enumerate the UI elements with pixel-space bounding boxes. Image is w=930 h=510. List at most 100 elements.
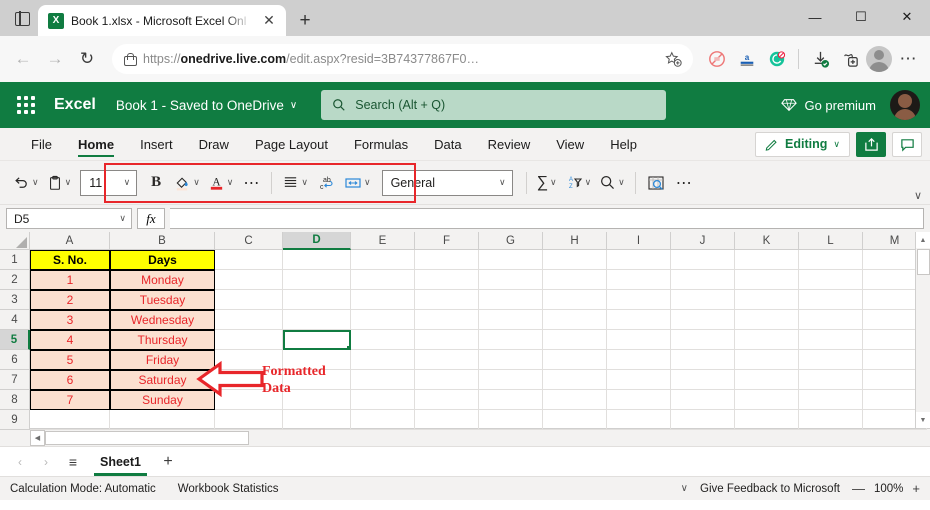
document-title[interactable]: Book 1 - Saved to OneDrive ∨ xyxy=(116,98,297,113)
column-header-b[interactable]: B xyxy=(110,232,215,250)
cell-j4[interactable] xyxy=(671,310,735,330)
cell-d9[interactable] xyxy=(283,410,351,430)
share-button[interactable] xyxy=(856,131,886,157)
cell-i8[interactable] xyxy=(607,390,671,410)
cell-k2[interactable] xyxy=(735,270,799,290)
cell-i2[interactable] xyxy=(607,270,671,290)
collapse-ribbon-icon[interactable]: ∨ xyxy=(914,189,922,202)
cell-i6[interactable] xyxy=(607,350,671,370)
cell-k6[interactable] xyxy=(735,350,799,370)
cell-k8[interactable] xyxy=(735,390,799,410)
downloads-icon[interactable] xyxy=(806,45,834,73)
cell-d4[interactable] xyxy=(283,310,351,330)
cell-e5[interactable] xyxy=(351,330,415,350)
cell-h5[interactable] xyxy=(543,330,607,350)
row-header-8[interactable]: 8 xyxy=(0,390,30,410)
vertical-scrollbar[interactable]: ▲ ▼ xyxy=(915,232,930,428)
column-header-a[interactable]: A xyxy=(30,232,110,250)
formula-input[interactable] xyxy=(170,208,924,229)
grammar-a-icon[interactable]: a xyxy=(733,45,761,73)
browser-profile-icon[interactable] xyxy=(866,46,892,72)
ribbon-tab-file[interactable]: File xyxy=(18,128,65,160)
cell-c9[interactable] xyxy=(215,410,283,430)
fill-color-button[interactable]: ∨ xyxy=(171,169,203,197)
cell-b5[interactable]: Thursday xyxy=(110,330,215,350)
cell-b2[interactable]: Monday xyxy=(110,270,215,290)
cell-g3[interactable] xyxy=(479,290,543,310)
column-header-i[interactable]: I xyxy=(607,232,671,250)
all-sheets-menu-icon[interactable]: ≡ xyxy=(60,450,86,474)
cell-l6[interactable] xyxy=(799,350,863,370)
cell-f9[interactable] xyxy=(415,410,479,430)
cell-f4[interactable] xyxy=(415,310,479,330)
cell-j8[interactable] xyxy=(671,390,735,410)
cell-g2[interactable] xyxy=(479,270,543,290)
row-header-7[interactable]: 7 xyxy=(0,370,30,390)
column-header-h[interactable]: H xyxy=(543,232,607,250)
cell-f2[interactable] xyxy=(415,270,479,290)
horizontal-scroll-thumb[interactable] xyxy=(45,430,249,445)
cell-j6[interactable] xyxy=(671,350,735,370)
cell-c4[interactable] xyxy=(215,310,283,330)
chevron-down-icon[interactable]: ∨ xyxy=(364,177,371,188)
cell-k3[interactable] xyxy=(735,290,799,310)
chevron-down-icon[interactable]: ∨ xyxy=(227,177,234,188)
add-sheet-button[interactable]: + xyxy=(155,450,181,474)
ribbon-tab-data[interactable]: Data xyxy=(421,128,474,160)
excel-brand-label[interactable]: Excel xyxy=(54,96,96,114)
cell-j1[interactable] xyxy=(671,250,735,270)
zoom-out-button[interactable]: — xyxy=(852,481,865,496)
chevron-down-icon[interactable]: ∨ xyxy=(119,213,126,224)
chevron-down-icon[interactable]: ∨ xyxy=(32,177,39,188)
cell-l1[interactable] xyxy=(799,250,863,270)
cell-k1[interactable] xyxy=(735,250,799,270)
chevron-down-icon[interactable]: ∨ xyxy=(550,177,557,188)
vertical-scroll-thumb[interactable] xyxy=(916,249,930,275)
wrap-text-button[interactable]: ab c xyxy=(313,169,339,197)
chevron-down-icon[interactable]: ∨ xyxy=(301,177,308,188)
column-header-f[interactable]: F xyxy=(415,232,479,250)
cell-b1[interactable]: Days xyxy=(110,250,215,270)
cell-l3[interactable] xyxy=(799,290,863,310)
cell-b4[interactable]: Wednesday xyxy=(110,310,215,330)
cell-b3[interactable]: Tuesday xyxy=(110,290,215,310)
cell-f1[interactable] xyxy=(415,250,479,270)
ribbon-tab-help[interactable]: Help xyxy=(597,128,650,160)
column-header-l[interactable]: L xyxy=(799,232,863,250)
cell-k7[interactable] xyxy=(735,370,799,390)
insert-function-button[interactable]: fx xyxy=(137,208,165,229)
cell-f6[interactable] xyxy=(415,350,479,370)
user-avatar[interactable] xyxy=(890,90,920,120)
back-icon[interactable]: ← xyxy=(8,44,38,74)
cell-i1[interactable] xyxy=(607,250,671,270)
cell-e1[interactable] xyxy=(351,250,415,270)
zoom-in-button[interactable]: + xyxy=(912,481,920,496)
scroll-up-icon[interactable]: ▲ xyxy=(915,232,930,248)
search-box[interactable]: Search (Alt + Q) xyxy=(321,90,667,120)
sidebar-toggle-icon[interactable] xyxy=(6,4,38,34)
cell-c3[interactable] xyxy=(215,290,283,310)
cell-b9[interactable] xyxy=(110,410,215,430)
cell-d3[interactable] xyxy=(283,290,351,310)
cell-h2[interactable] xyxy=(543,270,607,290)
scroll-left-icon[interactable]: ◀ xyxy=(30,429,45,446)
row-header-4[interactable]: 4 xyxy=(0,310,30,330)
column-header-d[interactable]: D xyxy=(283,232,351,250)
cell-g7[interactable] xyxy=(479,370,543,390)
chevron-down-icon[interactable]: ∨ xyxy=(499,177,506,188)
undo-button[interactable]: ∨ xyxy=(10,169,42,197)
ribbon-tab-view[interactable]: View xyxy=(543,128,597,160)
forward-icon[interactable]: → xyxy=(40,44,70,74)
ribbon-tab-home[interactable]: Home xyxy=(65,128,127,160)
cell-k9[interactable] xyxy=(735,410,799,430)
cell-d2[interactable] xyxy=(283,270,351,290)
cell-a8[interactable]: 7 xyxy=(30,390,110,410)
cell-j5[interactable] xyxy=(671,330,735,350)
bold-button[interactable]: B xyxy=(143,169,169,197)
ribbon-tab-review[interactable]: Review xyxy=(475,128,544,160)
cell-h3[interactable] xyxy=(543,290,607,310)
cell-f5[interactable] xyxy=(415,330,479,350)
cell-l5[interactable] xyxy=(799,330,863,350)
cell-f8[interactable] xyxy=(415,390,479,410)
cell-a7[interactable]: 6 xyxy=(30,370,110,390)
